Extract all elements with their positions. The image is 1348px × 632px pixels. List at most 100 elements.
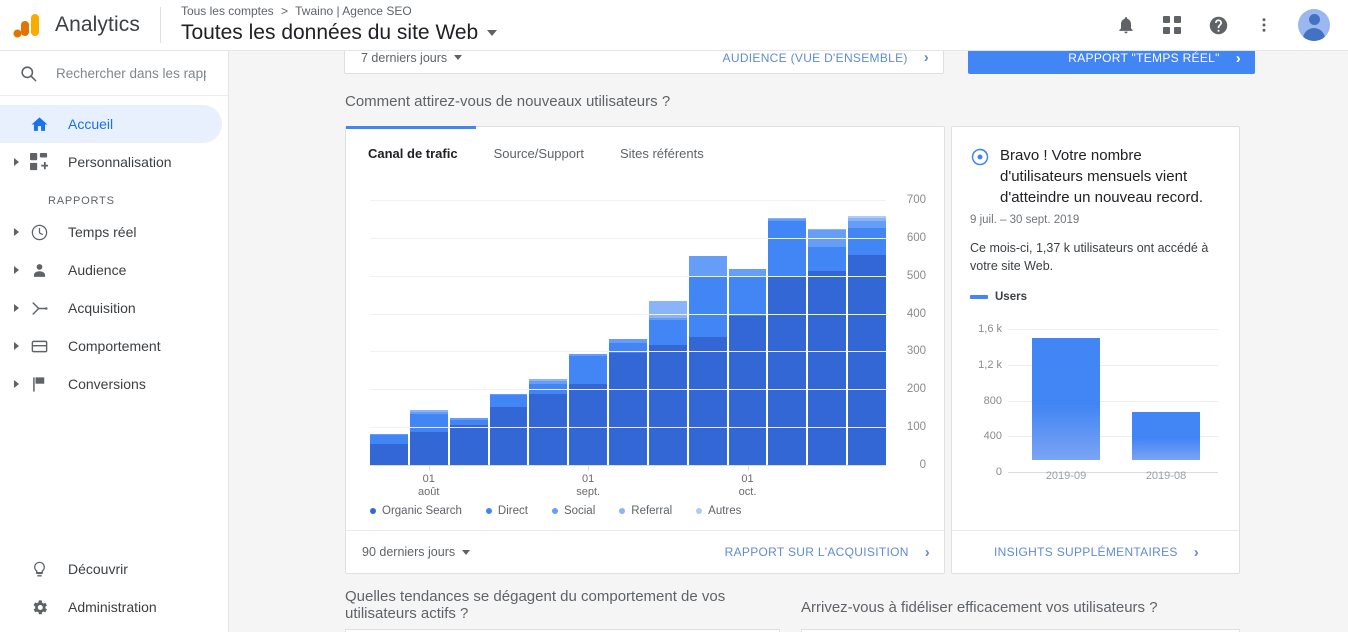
expander-arrow[interactable] — [8, 158, 24, 166]
expander-arrow[interactable] — [8, 228, 24, 236]
bar[interactable] — [409, 410, 448, 465]
bar-segment — [648, 319, 687, 346]
property-selector[interactable]: Toutes les données du site Web — [181, 19, 498, 47]
legend-label: Social — [563, 505, 596, 517]
breadcrumb-separator: > — [281, 4, 289, 18]
sidebar-item-personnalisation[interactable]: Personnalisation — [0, 143, 228, 181]
sidebar-item-accueil[interactable]: Accueil — [0, 105, 222, 143]
y-axis-tick-label: 200 — [906, 383, 926, 396]
sidebar-item-temps-reel[interactable]: Temps réel — [0, 213, 228, 251]
bar[interactable] — [609, 338, 647, 465]
legend-item[interactable]: Autres — [696, 505, 741, 517]
x-axis-tick-label: 2019-08 — [1145, 470, 1187, 482]
sidebar-item-administration[interactable]: Administration — [0, 588, 229, 626]
tab-canal-de-trafic[interactable]: Canal de trafic — [368, 127, 458, 179]
link-label: RAPPORT SUR L'ACQUISITION — [724, 545, 909, 559]
bar-group — [1016, 317, 1216, 460]
bar-segment — [688, 337, 727, 465]
sidebar-item-decouvrir[interactable]: Découvrir — [0, 550, 229, 588]
bar[interactable] — [529, 379, 568, 465]
bar-segment — [768, 276, 807, 465]
bar[interactable] — [449, 418, 488, 465]
legend-item[interactable]: Social — [551, 505, 596, 517]
tab-source-support[interactable]: Source/Support — [494, 127, 584, 179]
bar[interactable] — [728, 268, 767, 465]
legend-dot — [696, 508, 703, 514]
tab-sites-referents[interactable]: Sites référents — [620, 127, 704, 179]
bar[interactable] — [688, 256, 727, 465]
x-axis-tick-label: 01 oct. — [738, 473, 757, 498]
bar[interactable] — [1116, 411, 1216, 460]
legend-dot — [619, 508, 626, 514]
bar-fill — [1132, 411, 1200, 460]
bar[interactable] — [648, 301, 687, 465]
legend-item[interactable]: Referral — [619, 505, 672, 517]
bar-segment — [529, 393, 568, 465]
date-range-select-7days[interactable]: 7 derniers jours — [361, 51, 463, 65]
help-icon[interactable] — [1206, 13, 1230, 37]
acquisition-report-link[interactable]: RAPPORT SUR L'ACQUISITION › — [725, 544, 930, 561]
insight-body: Bravo ! Votre nombre d'utilisateurs mens… — [952, 127, 1239, 482]
legend-label: Users — [995, 291, 1027, 303]
breadcrumb-account[interactable]: Tous les comptes — [181, 4, 274, 18]
legend-dot — [370, 508, 376, 514]
section-heading-new-users: Comment attirez-vous de nouveaux utilisa… — [345, 93, 671, 110]
sidebar-search[interactable] — [0, 51, 228, 96]
realtime-report-link[interactable]: RAPPORT "TEMPS RÉEL" › — [1068, 51, 1241, 67]
bar-segment — [808, 246, 847, 272]
legend-dot — [551, 508, 558, 514]
legend-item[interactable]: Direct — [485, 505, 528, 517]
tab-active-underline — [346, 126, 476, 129]
bar-segment — [848, 220, 886, 228]
chart-legend: Organic Search Direct Social Referral Autres — [370, 505, 741, 517]
bar-segment — [648, 301, 687, 319]
bar-segment — [648, 345, 687, 465]
more-vert-icon[interactable] — [1252, 13, 1276, 37]
sidebar-item-label: Audience — [68, 262, 127, 278]
search-input[interactable] — [56, 65, 206, 81]
realtime-report-card-footer[interactable]: RAPPORT "TEMPS RÉEL" › — [968, 51, 1255, 74]
expander-arrow[interactable] — [8, 380, 24, 388]
breadcrumb-property[interactable]: Twaino | Agence SEO — [295, 4, 412, 18]
audience-overview-link[interactable]: AUDIENCE (VUE D'ENSEMBLE) › — [723, 51, 929, 66]
expander-arrow[interactable] — [8, 342, 24, 350]
chevron-right-icon: › — [1193, 543, 1199, 561]
chevron-down-icon[interactable] — [487, 30, 498, 36]
chevron-right-icon: › — [1235, 51, 1241, 67]
y-axis-tick-label: 400 — [906, 307, 926, 320]
apps-grid-icon[interactable] — [1160, 13, 1184, 37]
legend-label: Organic Search — [382, 505, 462, 517]
bar[interactable] — [1016, 337, 1116, 460]
avatar[interactable] — [1298, 9, 1330, 41]
notifications-bell-icon[interactable] — [1114, 13, 1138, 37]
insight-card: Bravo ! Votre nombre d'utilisateurs mens… — [951, 126, 1240, 574]
y-axis-tick-label: 400 — [983, 430, 1002, 443]
gridline — [370, 351, 886, 353]
sidebar-item-acquisition[interactable]: Acquisition — [0, 289, 228, 327]
bar-segment — [609, 352, 647, 465]
sidebar-item-label: Découvrir — [68, 561, 128, 577]
y-axis-tick-label: 500 — [906, 269, 926, 282]
sidebar-item-comportement[interactable]: Comportement — [0, 327, 228, 365]
bar[interactable] — [808, 228, 847, 465]
bar[interactable] — [489, 393, 528, 465]
link-label: INSIGHTS SUPPLÉMENTAIRES — [994, 545, 1178, 559]
insight-date-range: 9 juil. – 30 sept. 2019 — [970, 214, 1080, 226]
bar[interactable] — [569, 354, 608, 465]
sidebar-item-conversions[interactable]: Conversions — [0, 365, 228, 403]
sidebar-item-label: Personnalisation — [68, 154, 172, 170]
expander-arrow[interactable] — [8, 304, 24, 312]
sidebar-item-audience[interactable]: Audience — [0, 251, 228, 289]
date-range-label: 90 derniers jours — [362, 545, 456, 559]
search-icon — [16, 61, 40, 85]
top-bar-actions — [1114, 9, 1330, 41]
additional-insights-link[interactable]: INSIGHTS SUPPLÉMENTAIRES › — [994, 544, 1199, 561]
behavior-icon — [28, 335, 50, 357]
audience-overview-card-footer: 7 derniers jours AUDIENCE (VUE D'ENSEMBL… — [344, 51, 944, 74]
bar-segment — [569, 383, 608, 465]
date-range-select-90days[interactable]: 90 derniers jours — [362, 545, 471, 559]
sidebar-item-label: Acquisition — [68, 300, 136, 316]
legend-item[interactable]: Organic Search — [370, 505, 462, 517]
bar[interactable] — [370, 433, 408, 465]
expander-arrow[interactable] — [8, 266, 24, 274]
